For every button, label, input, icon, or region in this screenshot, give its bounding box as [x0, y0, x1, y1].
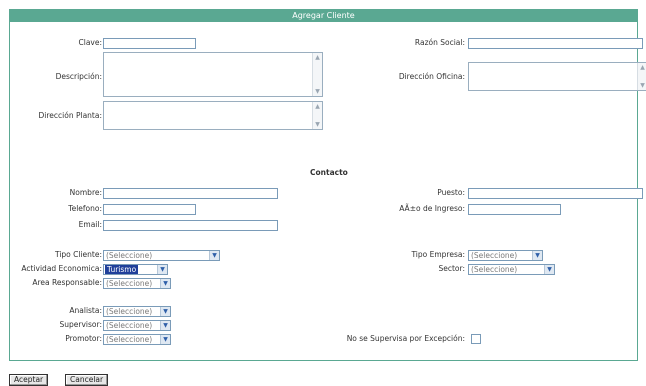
chevron-down-icon[interactable]: ▼	[160, 307, 170, 316]
label-promotor: Promotor:	[65, 334, 102, 343]
label-razon-social: Razón Social:	[414, 38, 465, 47]
label-sector: Sector:	[438, 264, 465, 273]
label-tipo-cliente: Tipo Cliente:	[54, 250, 102, 259]
scroll-up-arrow-icon[interactable]: ▲	[314, 54, 321, 61]
direccion-oficina-textarea[interactable]: ▲ ▼	[468, 62, 646, 91]
supervisor-value: (Seleccione)	[106, 321, 153, 330]
direccion-oficina-scrollbar[interactable]: ▲ ▼	[637, 63, 646, 90]
label-clave: Clave:	[78, 38, 103, 47]
label-descripcion: Descripción:	[55, 72, 102, 81]
tipo-empresa-select[interactable]: (Seleccione) ▼	[468, 250, 543, 261]
label-actividad-economica: Actividad Economica:	[21, 264, 102, 273]
razon-social-input[interactable]	[468, 38, 643, 49]
sector-value: (Seleccione)	[471, 265, 518, 274]
direccion-planta-textarea[interactable]: ▲ ▼	[103, 101, 323, 130]
supervisor-select[interactable]: (Seleccione) ▼	[103, 320, 171, 331]
actividad-economica-value: Turismo	[105, 265, 139, 274]
chevron-down-icon[interactable]: ▼	[160, 279, 170, 288]
analista-select[interactable]: (Seleccione) ▼	[103, 306, 171, 317]
scroll-down-arrow-icon[interactable]: ▼	[639, 82, 646, 89]
chevron-down-icon[interactable]: ▼	[160, 321, 170, 330]
actividad-economica-select[interactable]: Turismo ▼	[103, 264, 168, 275]
telefono-input[interactable]	[103, 204, 196, 215]
analista-value: (Seleccione)	[106, 307, 153, 316]
label-nombre: Nombre:	[69, 188, 102, 197]
no-supervisa-checkbox[interactable]	[471, 334, 481, 344]
clave-input[interactable]	[103, 38, 196, 49]
label-anio-ingreso: AÃ±o de Ingreso:	[399, 204, 465, 213]
promotor-value: (Seleccione)	[106, 335, 153, 344]
chevron-down-icon[interactable]: ▼	[157, 265, 167, 274]
label-area-responsable: Area Responsable:	[32, 278, 102, 287]
aceptar-button[interactable]: Aceptar	[9, 374, 49, 386]
label-no-supervisa: No se Supervisa por Excepción:	[346, 334, 465, 343]
chevron-down-icon[interactable]: ▼	[532, 251, 542, 260]
scroll-up-arrow-icon[interactable]: ▲	[639, 64, 646, 71]
nombre-input[interactable]	[103, 188, 278, 199]
puesto-input[interactable]	[468, 188, 643, 199]
tipo-cliente-select[interactable]: (Seleccione) ▼	[103, 250, 220, 261]
label-supervisor: Supervisor:	[59, 320, 102, 329]
scroll-down-arrow-icon[interactable]: ▼	[314, 88, 321, 95]
label-puesto: Puesto:	[437, 188, 465, 197]
scroll-down-arrow-icon[interactable]: ▼	[314, 121, 321, 128]
promotor-select[interactable]: (Seleccione) ▼	[103, 334, 171, 345]
descripcion-scrollbar[interactable]: ▲ ▼	[312, 53, 322, 96]
label-tipo-empresa: Tipo Empresa:	[411, 250, 465, 259]
label-direccion-planta: Dirección Planta:	[38, 111, 102, 120]
chevron-down-icon[interactable]: ▼	[544, 265, 554, 274]
anio-ingreso-input[interactable]	[468, 204, 561, 215]
label-telefono: Telefono:	[68, 204, 102, 213]
direccion-planta-scrollbar[interactable]: ▲ ▼	[312, 102, 322, 129]
cancelar-button[interactable]: Cancelar	[65, 374, 109, 386]
panel-title: Agregar Cliente	[10, 10, 637, 22]
chevron-down-icon[interactable]: ▼	[160, 335, 170, 344]
area-responsable-value: (Seleccione)	[106, 279, 153, 288]
chevron-down-icon[interactable]: ▼	[209, 251, 219, 260]
area-responsable-select[interactable]: (Seleccione) ▼	[103, 278, 171, 289]
label-analista: Analista:	[69, 306, 102, 315]
contacto-heading: Contacto	[310, 168, 348, 177]
label-email: Email:	[78, 220, 102, 229]
label-direccion-oficina: Dirección Oficina:	[398, 72, 465, 81]
email-input[interactable]	[103, 220, 278, 231]
tipo-empresa-value: (Seleccione)	[471, 251, 518, 260]
tipo-cliente-value: (Seleccione)	[106, 251, 153, 260]
scroll-up-arrow-icon[interactable]: ▲	[314, 103, 321, 110]
descripcion-textarea[interactable]: ▲ ▼	[103, 52, 323, 97]
sector-select[interactable]: (Seleccione) ▼	[468, 264, 555, 275]
